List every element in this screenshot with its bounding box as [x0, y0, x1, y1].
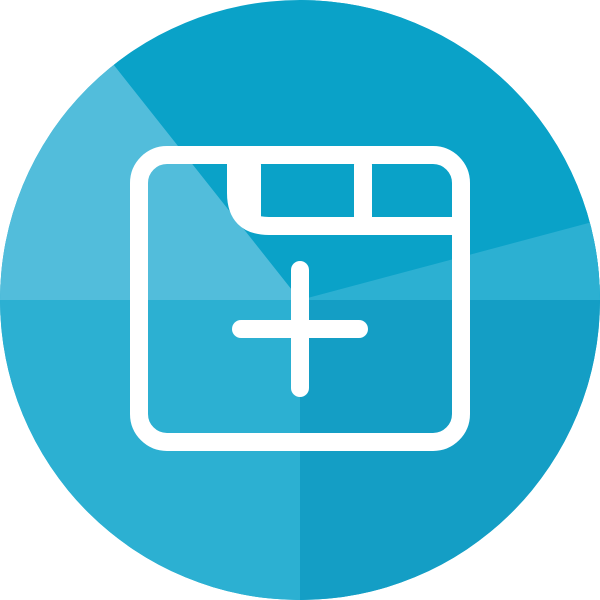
app-icon-canvas — [0, 0, 600, 600]
new-tab-icon[interactable] — [0, 0, 600, 600]
